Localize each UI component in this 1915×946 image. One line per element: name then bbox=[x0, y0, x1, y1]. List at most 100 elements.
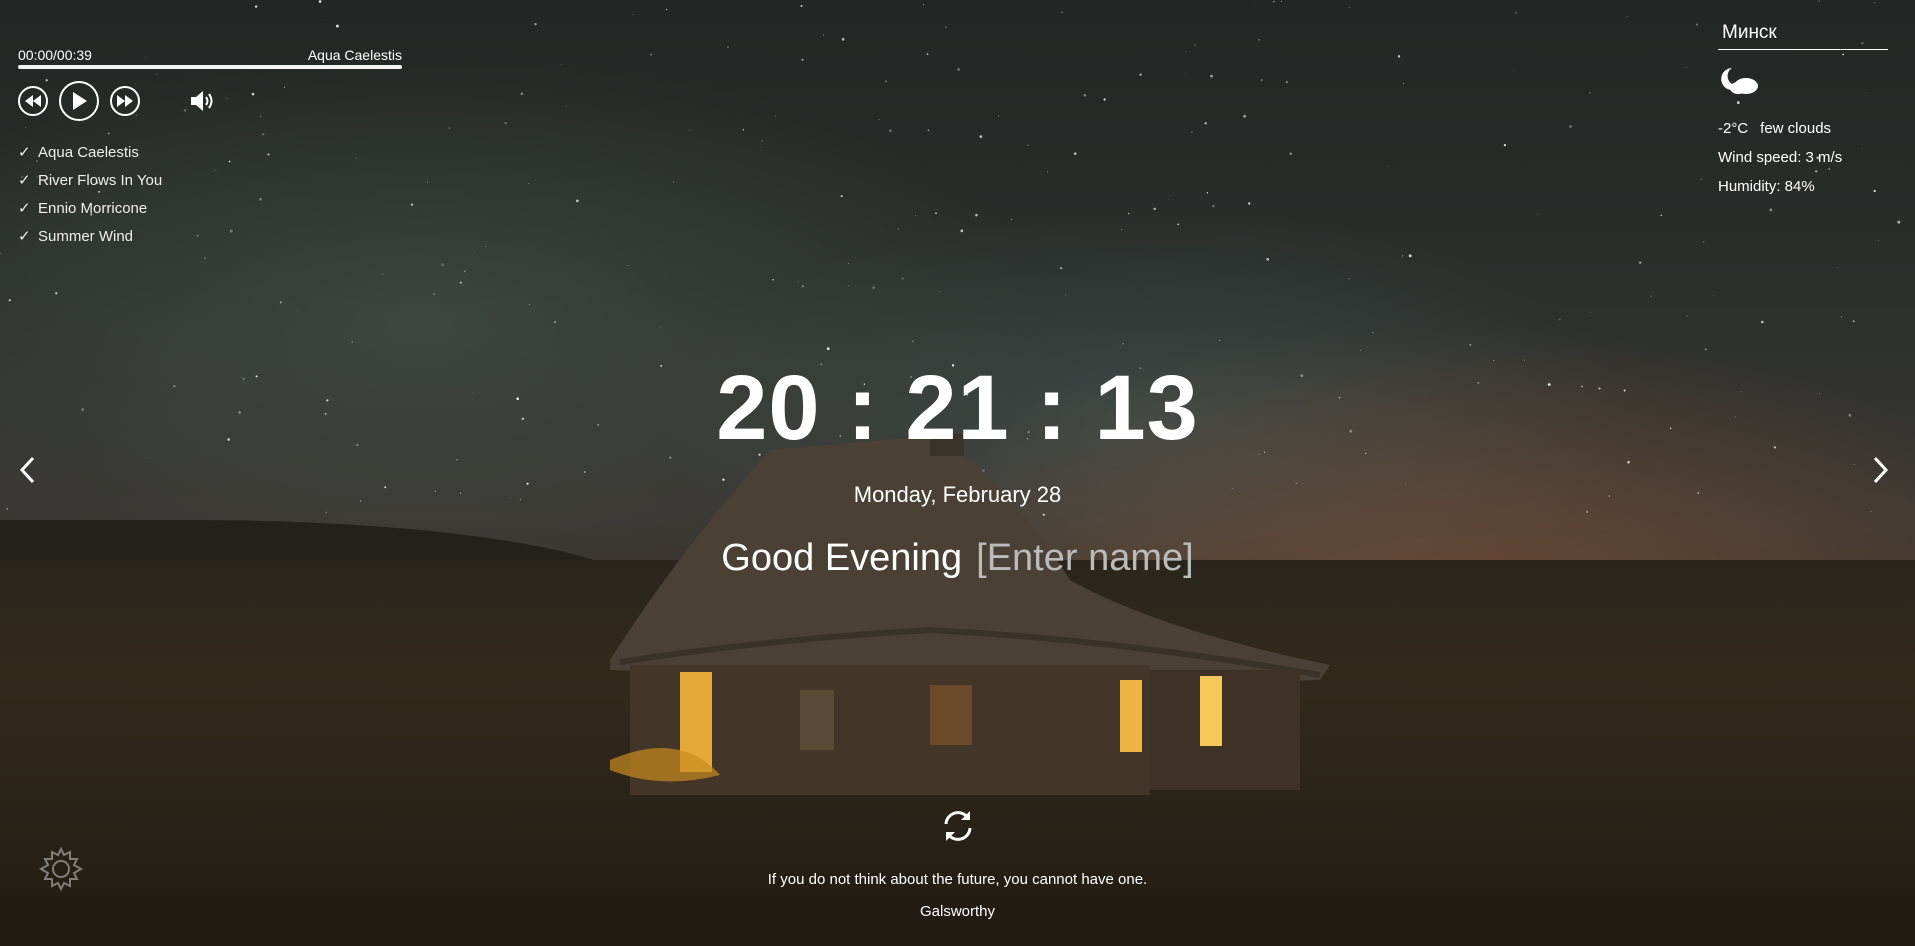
chevron-left-icon bbox=[19, 456, 35, 484]
star bbox=[772, 278, 774, 281]
playlist-item[interactable]: ✓ Ennio Morricone bbox=[18, 195, 402, 223]
star bbox=[897, 228, 900, 230]
star bbox=[433, 293, 436, 296]
star bbox=[474, 250, 476, 252]
star bbox=[1769, 208, 1773, 212]
star bbox=[1638, 261, 1642, 264]
playlist-item-title: Summer Wind bbox=[38, 228, 134, 245]
star bbox=[1686, 66, 1688, 68]
weather-widget: -2°C few clouds Wind speed: 3 m/s Humidit… bbox=[1718, 20, 1888, 201]
star bbox=[848, 285, 849, 287]
star bbox=[1853, 464, 1855, 466]
star bbox=[761, 139, 764, 142]
star bbox=[1660, 214, 1662, 217]
star bbox=[335, 24, 339, 28]
star bbox=[649, 53, 653, 56]
star bbox=[915, 215, 916, 216]
playlist-item[interactable]: ✓ River Flows In You bbox=[18, 167, 402, 195]
star bbox=[742, 129, 744, 131]
playlist-item[interactable]: ✓ Summer Wind bbox=[18, 223, 402, 251]
star bbox=[1650, 295, 1652, 297]
star bbox=[1870, 510, 1872, 513]
player-controls bbox=[18, 81, 402, 121]
star bbox=[1285, 81, 1288, 84]
star bbox=[797, 281, 799, 283]
star bbox=[1128, 212, 1130, 215]
audio-player: 00:00/00:39 Aqua Caelestis ✓ Aqua Caeles… bbox=[18, 46, 402, 251]
star bbox=[1569, 125, 1572, 129]
city-input[interactable] bbox=[1718, 20, 1888, 50]
star bbox=[1194, 44, 1196, 46]
star bbox=[1168, 199, 1169, 201]
player-info: 00:00/00:39 Aqua Caelestis bbox=[18, 46, 402, 64]
star bbox=[1408, 254, 1412, 258]
star bbox=[872, 286, 876, 290]
progress-bar[interactable] bbox=[18, 65, 402, 69]
star bbox=[456, 458, 458, 461]
star bbox=[1177, 223, 1180, 226]
star bbox=[520, 92, 524, 96]
star bbox=[1360, 350, 1361, 351]
greeting-text: Good Evening bbox=[721, 537, 963, 579]
star bbox=[560, 63, 562, 65]
playlist: ✓ Aqua Caelestis ✓ River Flows In You ✓ Enn… bbox=[18, 139, 402, 251]
star bbox=[822, 34, 824, 36]
star bbox=[1372, 331, 1374, 334]
star bbox=[1248, 202, 1251, 205]
star bbox=[1212, 204, 1215, 208]
star bbox=[322, 19, 324, 20]
star bbox=[841, 37, 845, 41]
star bbox=[279, 301, 282, 304]
quote-text: If you do not think about the future, yo… bbox=[767, 871, 1148, 888]
star bbox=[382, 273, 384, 276]
star bbox=[1515, 11, 1517, 14]
name-input[interactable]: [Enter name] bbox=[976, 537, 1194, 579]
star bbox=[459, 281, 463, 284]
date: Monday, February 28 bbox=[853, 482, 1062, 507]
star bbox=[673, 181, 674, 183]
clock-separator: : bbox=[1036, 357, 1068, 459]
star bbox=[1704, 348, 1707, 351]
star bbox=[565, 106, 567, 108]
fast-forward-icon bbox=[117, 95, 133, 107]
play-button[interactable] bbox=[59, 81, 99, 121]
star bbox=[1186, 51, 1187, 53]
volume-button[interactable] bbox=[189, 86, 219, 116]
star bbox=[1210, 74, 1213, 78]
star bbox=[583, 470, 586, 474]
star bbox=[1700, 178, 1702, 180]
star bbox=[960, 229, 964, 233]
star bbox=[576, 199, 579, 203]
gear-icon bbox=[38, 846, 84, 892]
humidity: Humidity: 84% bbox=[1718, 178, 1815, 195]
volume-icon bbox=[191, 91, 213, 111]
star bbox=[1206, 192, 1209, 194]
star bbox=[727, 46, 729, 48]
next-track-button[interactable] bbox=[110, 86, 140, 116]
change-quote-button[interactable] bbox=[940, 808, 976, 844]
star bbox=[441, 263, 445, 267]
star bbox=[1010, 218, 1012, 220]
check-icon: ✓ bbox=[18, 228, 31, 245]
wind-speed: Wind speed: 3 m/s bbox=[1718, 149, 1843, 166]
star bbox=[848, 262, 850, 264]
star bbox=[318, 0, 322, 3]
playlist-item[interactable]: ✓ Aqua Caelestis bbox=[18, 139, 402, 167]
star bbox=[1266, 258, 1270, 261]
star bbox=[1585, 510, 1589, 514]
star bbox=[534, 22, 537, 26]
clock-separator: : bbox=[847, 357, 879, 459]
settings-button[interactable] bbox=[38, 846, 84, 892]
star bbox=[55, 292, 58, 295]
star bbox=[979, 135, 983, 138]
temperature: -2°C bbox=[1718, 120, 1749, 137]
star bbox=[1536, 213, 1538, 215]
star bbox=[1627, 460, 1630, 464]
star bbox=[297, 310, 299, 312]
previous-track-button[interactable] bbox=[18, 86, 48, 116]
star bbox=[998, 115, 1000, 117]
playlist-item-title: Aqua Caelestis bbox=[38, 144, 139, 161]
star bbox=[1348, 7, 1350, 9]
star bbox=[1272, 0, 1275, 3]
star bbox=[801, 58, 804, 61]
